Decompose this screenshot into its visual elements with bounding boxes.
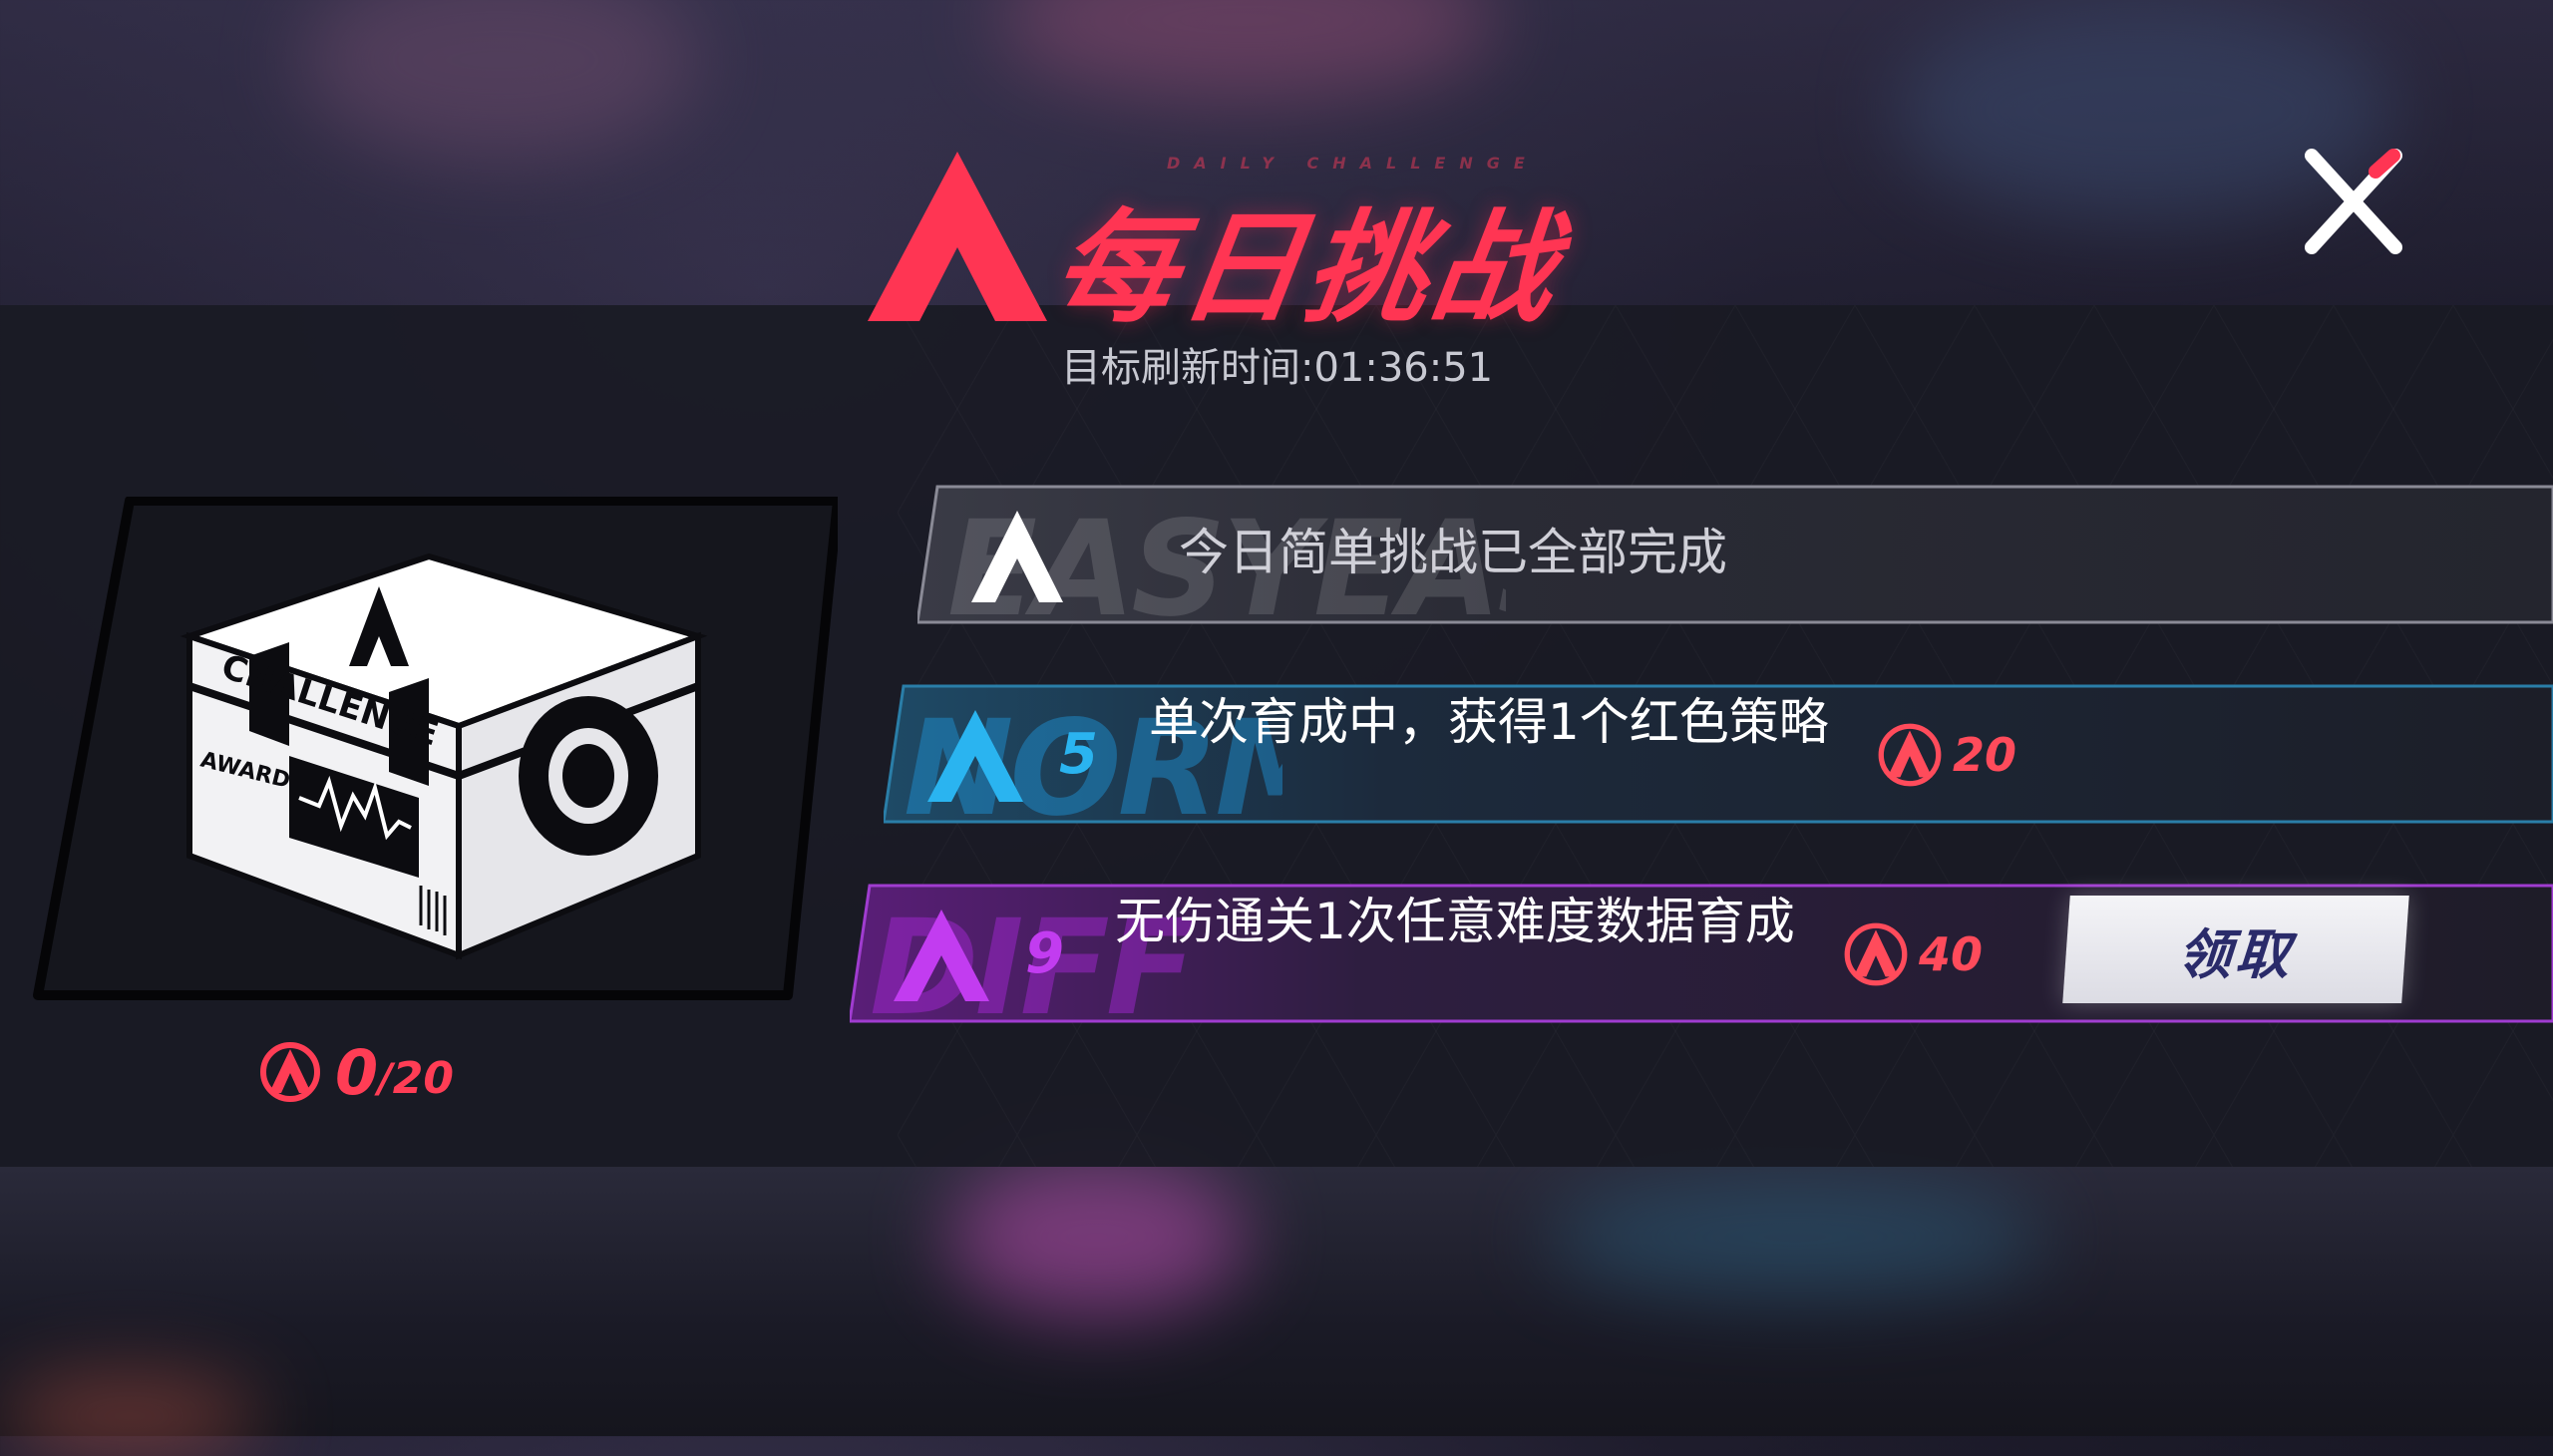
background-glow bbox=[947, 1157, 1247, 1316]
challenge-point-icon bbox=[260, 1042, 320, 1102]
normal-logo-icon bbox=[927, 710, 1023, 802]
challenge-logo-icon bbox=[868, 152, 1047, 321]
challenge-level: 5 bbox=[1059, 722, 1098, 787]
challenge-row-normal: NORMAL 5 单次育成中，获得1个红色策略 20 bbox=[884, 684, 2553, 846]
page-title: 每日挑战 bbox=[1045, 197, 1569, 339]
challenge-point-icon bbox=[1878, 723, 1942, 787]
challenge-reward: 40 bbox=[1843, 921, 1983, 987]
challenge-level: 9 bbox=[1025, 921, 1064, 986]
claim-button[interactable]: 领取 bbox=[2062, 896, 2409, 1003]
challenge-chest-icon: CHALLENGE AWARD bbox=[180, 552, 708, 960]
progress-separator: / bbox=[378, 1056, 393, 1102]
easy-logo-icon bbox=[971, 511, 1063, 602]
reward-amount: 20 bbox=[1953, 728, 2017, 782]
challenge-description: 单次育成中，获得1个红色策略 bbox=[1149, 693, 1829, 751]
title-header: DAILY CHALLENGE 每日挑战 bbox=[868, 140, 1665, 339]
challenge-row-easy: EASYEASY 今日简单挑战已全部完成 bbox=[917, 485, 2553, 646]
challenge-description: 今日简单挑战已全部完成 bbox=[1179, 524, 1727, 581]
background-glow bbox=[1546, 1177, 2044, 1296]
hard-logo-icon bbox=[894, 910, 989, 1001]
reward-amount: 40 bbox=[1919, 927, 1984, 981]
background-bottom bbox=[0, 1167, 2553, 1436]
background-glow bbox=[0, 1376, 259, 1456]
reward-chest-card[interactable]: CHALLENGE AWARD bbox=[20, 496, 843, 1005]
challenge-description: 无伤通关1次任意难度数据育成 bbox=[1115, 893, 1795, 950]
challenge-point-icon bbox=[1844, 922, 1908, 986]
chest-progress: 0 / 20 bbox=[259, 1035, 454, 1109]
refresh-timer: 目标刷新时间:01:36:51 bbox=[1061, 345, 1494, 391]
challenge-reward: 20 bbox=[1877, 722, 2016, 788]
progress-current: 0 bbox=[335, 1035, 379, 1109]
claim-button-label: 领取 bbox=[2175, 922, 2296, 986]
close-icon[interactable] bbox=[2294, 148, 2413, 257]
progress-max: 20 bbox=[392, 1052, 454, 1104]
